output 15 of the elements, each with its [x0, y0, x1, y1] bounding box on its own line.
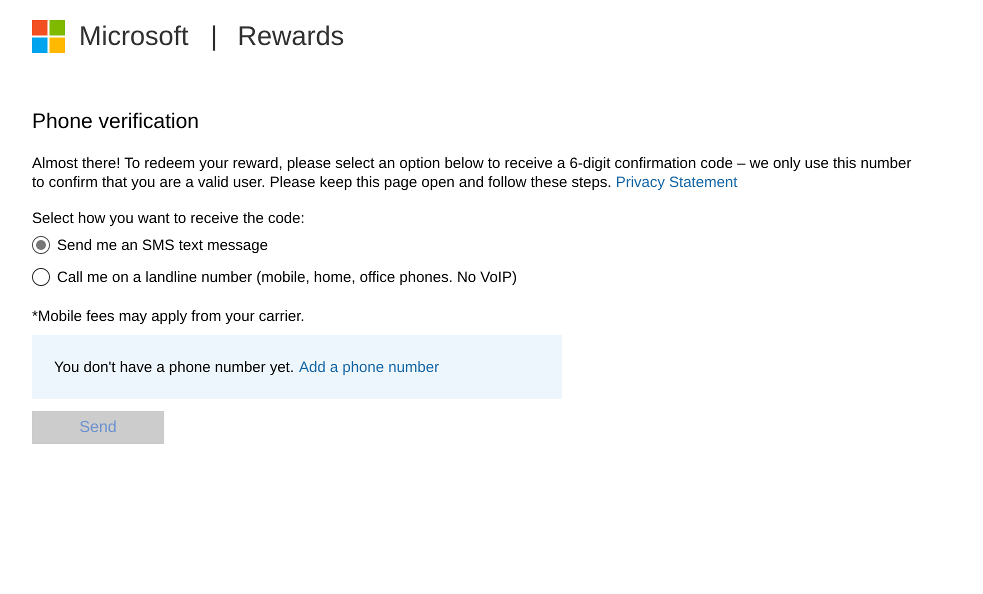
header-separator: |: [210, 20, 218, 52]
fees-note: *Mobile fees may apply from your carrier.: [32, 308, 306, 325]
page-title: Phone verification: [32, 109, 200, 135]
option-label: Call me on a landline number (mobile, home, office phones. No VoIP): [57, 268, 517, 286]
product-name: Rewards: [238, 20, 344, 52]
prompt-text: Select how you want to receive the code:: [32, 210, 306, 227]
brand-name: Microsoft: [79, 20, 189, 52]
intro-paragraph: Almost there! To redeem your reward, please select an option below to receive a 6-digit confirmation code – we only use this number to confirm that you are a valid user. Please keep this page open and follow these steps. Privacy Statement: [32, 154, 912, 192]
radio-button[interactable]: [32, 236, 50, 254]
radio-button[interactable]: [32, 268, 50, 286]
option-label: Send me an SMS text message: [57, 236, 268, 254]
add-phone-link[interactable]: Add a phone number: [299, 358, 440, 376]
windows-logo-icon: [32, 20, 65, 52]
info-text: You don't have a phone number yet.: [54, 358, 294, 376]
privacy-link[interactable]: Privacy Statement: [616, 174, 738, 191]
